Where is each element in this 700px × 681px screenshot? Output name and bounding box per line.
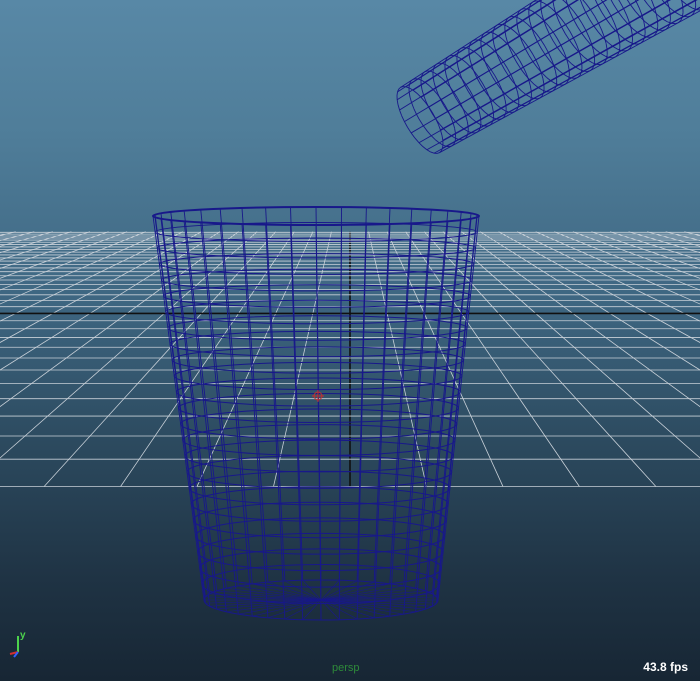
3d-viewport[interactable]: y persp 43.8 fps <box>0 0 700 681</box>
camera-name-label: persp <box>332 662 360 674</box>
scene-canvas[interactable] <box>0 0 700 681</box>
pivot-marker <box>312 390 324 402</box>
fps-readout: 43.8 fps <box>643 660 688 674</box>
ground-grid <box>0 231 700 487</box>
pouring-tube-wireframe[interactable] <box>396 0 700 154</box>
cup-wireframe[interactable] <box>152 206 480 621</box>
axis-y-label: y <box>20 630 26 641</box>
axis-gizmo-icon <box>9 636 19 658</box>
